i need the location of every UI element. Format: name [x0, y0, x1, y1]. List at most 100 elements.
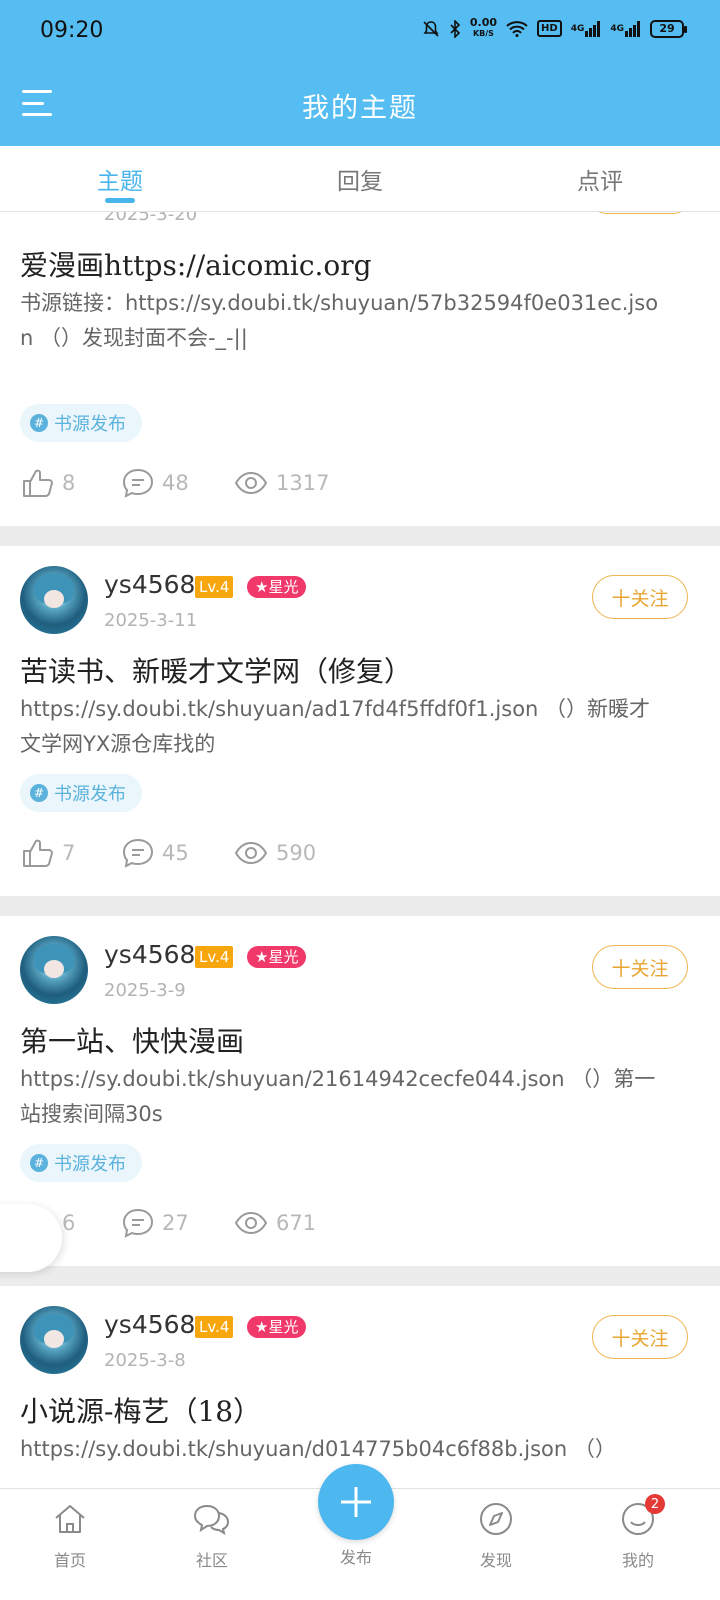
view-count: 1317: [276, 471, 330, 495]
hash-icon: #: [30, 784, 48, 802]
wifi-icon: [506, 20, 528, 37]
post-date: 2025-3-8: [104, 1350, 186, 1371]
post-date: 2025-3-11: [104, 610, 198, 631]
comment-count: 48: [162, 471, 189, 495]
post-stats: 8 48 1317: [22, 468, 329, 498]
like-count: 6: [62, 1211, 76, 1235]
view-count: 671: [276, 1211, 317, 1235]
status-bar: 09:20 0.00 KB/S HD 4G 4G 29: [0, 0, 720, 62]
speed-value: 0.00: [469, 16, 498, 29]
post-title[interactable]: 第一站、快快漫画: [20, 1020, 700, 1060]
follow-button[interactable]: 十关注: [592, 1315, 688, 1359]
publish-label: 发布: [339, 1548, 372, 1567]
signal-icon-1: 4G: [570, 20, 602, 37]
post-date: 2025-3-20: [104, 212, 198, 225]
comment-button[interactable]: 45: [122, 838, 234, 868]
post-tag[interactable]: # 书源发布: [20, 1144, 142, 1182]
comment-icon: [122, 1208, 154, 1238]
tag-label: 书源发布: [54, 1154, 126, 1175]
net-type-2: 4G: [610, 23, 624, 34]
publish-button[interactable]: [318, 1464, 394, 1540]
username[interactable]: ys4568: [104, 940, 195, 969]
compass-icon: [446, 1499, 546, 1539]
comment-icon: [122, 838, 154, 868]
like-button[interactable]: 8: [22, 468, 122, 498]
comment-icon: [122, 468, 154, 498]
comment-button[interactable]: 48: [122, 468, 234, 498]
post-stats: 6 27 671: [22, 1208, 316, 1238]
tab-replies[interactable]: 回复: [240, 146, 480, 211]
username[interactable]: ys4568: [104, 1310, 195, 1339]
like-button[interactable]: 7: [22, 838, 122, 868]
post-stats: 7 45 590: [22, 838, 316, 868]
status-time: 09:20: [40, 18, 104, 43]
hash-icon: #: [30, 414, 48, 432]
level-badge: Lv.4: [195, 576, 234, 598]
speed-unit: KB/S: [472, 29, 494, 38]
comment-count: 27: [162, 1211, 189, 1235]
nav-community[interactable]: 社区: [162, 1499, 262, 1571]
comment-button[interactable]: 27: [122, 1208, 234, 1238]
nav-mine[interactable]: 我的: [588, 1499, 688, 1571]
star-badge: ★星光: [247, 1316, 307, 1338]
level-badge: Lv.4: [195, 946, 234, 968]
eye-icon: [234, 471, 268, 495]
post-feed[interactable]: 2025-3-20 爱漫画https://aicomic.org 书源链接：ht…: [0, 212, 720, 1516]
thumbs-up-icon: [23, 839, 53, 867]
follow-button[interactable]: [592, 212, 688, 214]
nav-mine-label: 我的: [621, 1551, 654, 1570]
post-title[interactable]: 小说源-梅艺（18）: [20, 1390, 700, 1430]
view-count-stat: 590: [234, 841, 316, 865]
post-title[interactable]: 苦读书、新暖才文学网（修复）: [20, 650, 700, 690]
tag-label: 书源发布: [54, 784, 126, 805]
app-header: 09:20 0.00 KB/S HD 4G 4G 29 我的主题: [0, 0, 720, 146]
plus-icon: [341, 1487, 371, 1517]
battery-icon: 29: [650, 19, 687, 38]
post-card[interactable]: ys4568 Lv.4 ★星光 2025-3-11 十关注 苦读书、新暖才文学网…: [0, 546, 720, 896]
page-title: 我的主题: [302, 93, 418, 124]
star-badge: ★星光: [247, 576, 307, 598]
view-count-stat: 671: [234, 1211, 316, 1235]
nav-discover-label: 发现: [479, 1551, 512, 1570]
avatar[interactable]: [20, 566, 88, 634]
tag-label: 书源发布: [54, 414, 126, 435]
net-type-1: 4G: [570, 23, 585, 34]
eye-icon: [234, 1211, 268, 1235]
tab-bar: 主题 回复 点评: [0, 146, 720, 212]
tab-reviews[interactable]: 点评: [480, 146, 720, 211]
post-body[interactable]: https://sy.doubi.tk/shuyuan/21614942cecf…: [20, 1062, 670, 1132]
bluetooth-icon: [449, 19, 461, 38]
post-title[interactable]: 爱漫画https://aicomic.org: [20, 244, 700, 284]
follow-button[interactable]: 十关注: [592, 945, 688, 989]
signal-icon-2: 4G: [610, 20, 641, 37]
like-count: 7: [62, 841, 76, 865]
nav-community-label: 社区: [195, 1551, 228, 1570]
comment-count: 45: [162, 841, 189, 865]
like-count: 8: [62, 471, 76, 495]
mute-bell-icon: [422, 20, 440, 38]
thumbs-up-icon: [23, 469, 53, 497]
star-badge: ★星光: [247, 946, 307, 968]
nav-home[interactable]: 首页: [20, 1499, 120, 1571]
post-tag[interactable]: # 书源发布: [20, 774, 142, 812]
post-date: 2025-3-9: [104, 980, 186, 1001]
avatar[interactable]: [20, 936, 88, 1004]
view-count: 590: [276, 841, 317, 865]
post-body[interactable]: 书源链接：https://sy.doubi.tk/shuyuan/57b3259…: [20, 286, 670, 356]
post-card[interactable]: 2025-3-20 爱漫画https://aicomic.org 书源链接：ht…: [0, 212, 720, 526]
post-tag[interactable]: # 书源发布: [20, 404, 142, 442]
view-count-stat: 1317: [234, 471, 329, 495]
follow-button[interactable]: 十关注: [592, 575, 688, 619]
level-badge: Lv.4: [195, 1316, 234, 1338]
nav-discover[interactable]: 发现: [446, 1499, 546, 1571]
community-icon: [162, 1499, 262, 1539]
home-icon: [20, 1499, 120, 1539]
notification-badge: 2: [645, 1494, 665, 1514]
post-card[interactable]: ys4568 Lv.4 ★星光 2025-3-9 十关注 第一站、快快漫画 ht…: [0, 916, 720, 1266]
network-speed: 0.00 KB/S: [469, 16, 498, 39]
tab-topics[interactable]: 主题: [0, 146, 240, 211]
post-body[interactable]: https://sy.doubi.tk/shuyuan/d014775b04c6…: [20, 1432, 670, 1467]
post-body[interactable]: https://sy.doubi.tk/shuyuan/ad17fd4f5ffd…: [20, 692, 670, 762]
username[interactable]: ys4568: [104, 570, 195, 599]
avatar[interactable]: [20, 1306, 88, 1374]
